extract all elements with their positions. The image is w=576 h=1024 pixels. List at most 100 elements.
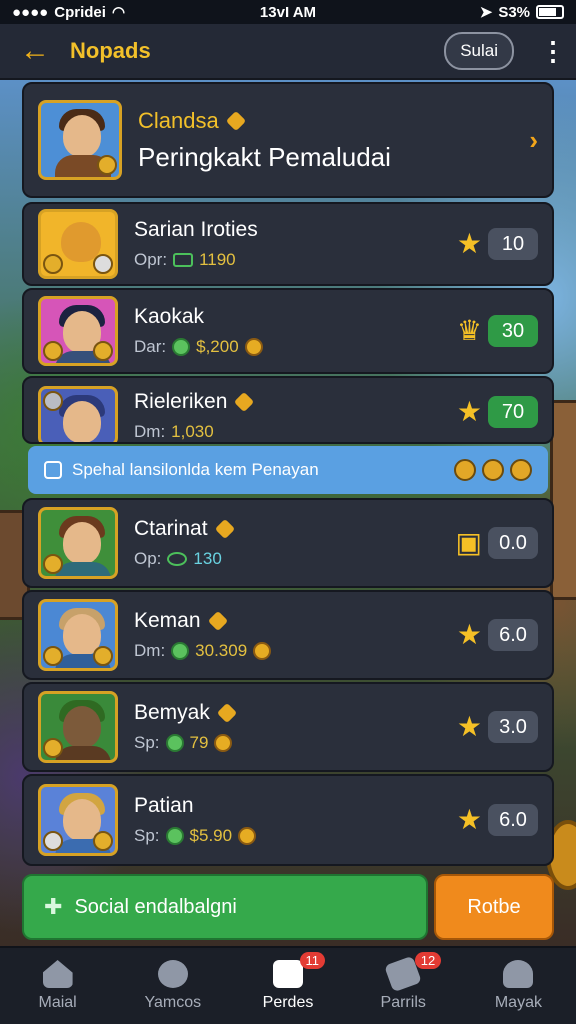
primary-button[interactable]: Rotbe	[434, 874, 554, 940]
tab-label: Perdes	[262, 994, 314, 1011]
player-name: Keman	[134, 609, 201, 632]
reward-icons	[454, 459, 532, 481]
tab-label: Mayak	[494, 994, 542, 1011]
player-name: Kaokak	[134, 305, 205, 328]
player-name: Sarian Iroties	[134, 218, 258, 241]
crown-icon: ♛	[456, 315, 482, 346]
stat-prefix: Op:	[134, 549, 162, 568]
gem-icon	[225, 110, 246, 131]
featured-name: Clandsa	[138, 107, 219, 133]
star-icon: ★	[456, 228, 482, 259]
stat-amount: 79	[189, 733, 209, 752]
coin-icon	[214, 734, 233, 752]
list-item[interactable]: Ctarinat Op: 130 ▣ 0.0	[22, 498, 554, 588]
page-title: Nopads	[70, 38, 151, 63]
gem-icon	[207, 610, 228, 632]
stat-amount: 30.309	[195, 641, 248, 660]
stat-amount: $,200	[196, 337, 239, 356]
more-vert-icon[interactable]: ⋮	[540, 36, 566, 67]
app-header: ← Nopads Sulai ⋮	[0, 24, 576, 80]
tab-home[interactable]: Maial	[0, 948, 115, 1024]
chevron-right-icon[interactable]: ›	[529, 125, 538, 156]
player-name: Patian	[134, 794, 194, 817]
score-badge: 3.0	[488, 711, 538, 743]
avatar	[38, 507, 118, 579]
player-name: Rieleriken	[134, 390, 228, 413]
list-item[interactable]: Kaokak Dar: $,200 ♛ 30	[22, 288, 554, 374]
tab-label: Yamcos	[144, 994, 202, 1011]
stat-prefix: Dm:	[134, 641, 166, 660]
list-item[interactable]: Patian Sp: $5.90 ★ 6.0	[22, 774, 554, 866]
list-item[interactable]: Keman Dm: 30.309 ★ 6.0	[22, 590, 554, 680]
social-button-label: Social endalbalgni	[74, 895, 237, 918]
player-name: Bemyak	[134, 701, 210, 724]
tab-games[interactable]: Yamcos	[115, 948, 230, 1024]
stat-amount: 1190	[199, 250, 236, 269]
avatar	[38, 784, 118, 856]
cash-icon	[172, 338, 191, 356]
social-button[interactable]: ✚ Social endalbalgni	[22, 874, 428, 940]
back-arrow-icon[interactable]: ←	[20, 34, 60, 68]
refresh-icon	[157, 960, 188, 988]
carrier-name: Cpridei	[54, 3, 106, 21]
stat-prefix: Sp:	[134, 826, 160, 845]
info-icon	[44, 461, 62, 479]
avatar	[38, 209, 118, 279]
notification-badge: 12	[414, 952, 442, 969]
battery-percent: S3%	[498, 3, 530, 21]
coin-icon	[238, 827, 257, 845]
gem-icon	[216, 702, 238, 724]
stat-amount: 1,030	[171, 422, 214, 441]
notification-badge: 11	[299, 952, 326, 969]
share-icon: ✚	[44, 894, 63, 919]
coin-icon	[482, 459, 504, 481]
score-badge: 6.0	[488, 619, 538, 651]
player-name: Ctarinat	[134, 517, 208, 540]
avatar	[38, 691, 118, 763]
tab-profile[interactable]: Mayak	[461, 948, 576, 1024]
avatar	[38, 386, 118, 442]
location-icon: ➤	[479, 4, 493, 21]
list-item[interactable]: Bemyak Sp: 79 ★ 3.0	[22, 682, 554, 772]
featured-card[interactable]: Clandsa Peringkakt Pemaludai ›	[22, 82, 554, 198]
ticket-icon	[173, 253, 194, 267]
stat-amount: $5.90	[189, 826, 233, 845]
tab-tickets[interactable]: 12 Parrils	[346, 948, 461, 1024]
special-banner[interactable]: Spehal lansilonlda kem Penayan	[28, 446, 548, 494]
score-badge: 10	[488, 228, 538, 260]
ticket-icon	[167, 552, 188, 566]
tab-bar: Maial Yamcos 11 Perdes 12 Parrils Mayak	[0, 946, 576, 1024]
gem-icon	[510, 459, 532, 481]
stat-prefix: Dm:	[134, 422, 166, 441]
list-item[interactable]: Sarian Iroties Opr: 1190 ★ 10	[22, 202, 554, 286]
tab-label: Parrils	[380, 994, 426, 1011]
tab-leaderboard[interactable]: 11 Perdes	[230, 948, 345, 1024]
score-badge: 0.0	[488, 527, 538, 559]
star-icon: ★	[456, 804, 482, 835]
star-icon: ★	[456, 619, 482, 650]
score-badge: 6.0	[488, 804, 538, 836]
leaderboard-panel: Clandsa Peringkakt Pemaludai › Sarian Ir…	[22, 82, 554, 942]
featured-subtitle: Peringkakt Pemaludai	[138, 141, 391, 172]
cash-icon	[165, 734, 184, 752]
avatar	[38, 599, 118, 671]
tab-label: Maial	[38, 994, 77, 1011]
avatar	[38, 296, 118, 366]
coin-icon	[244, 338, 263, 356]
home-icon	[42, 960, 73, 988]
chest-icon: ▣	[455, 527, 482, 558]
list-item[interactable]: Rieleriken Dm: 1,030 ★ 70	[22, 376, 554, 444]
banner-text: Spehal lansilonlda kem Penayan	[72, 460, 319, 479]
dice-icon	[273, 960, 303, 988]
score-badge: 70	[488, 396, 538, 428]
profile-icon	[503, 960, 534, 988]
status-bar: ●●●● Cpridei ◠ 13vI AM ➤ S3%	[0, 0, 576, 24]
star-icon: ★	[456, 711, 482, 742]
battery-icon	[536, 5, 564, 19]
stat-amount: 130	[193, 549, 222, 568]
star-icon: ★	[456, 396, 482, 427]
signal-icon: ●●●●	[12, 3, 49, 21]
cash-icon	[171, 642, 190, 660]
header-action-button[interactable]: Sulai	[444, 32, 514, 70]
trophy-icon	[454, 459, 476, 481]
